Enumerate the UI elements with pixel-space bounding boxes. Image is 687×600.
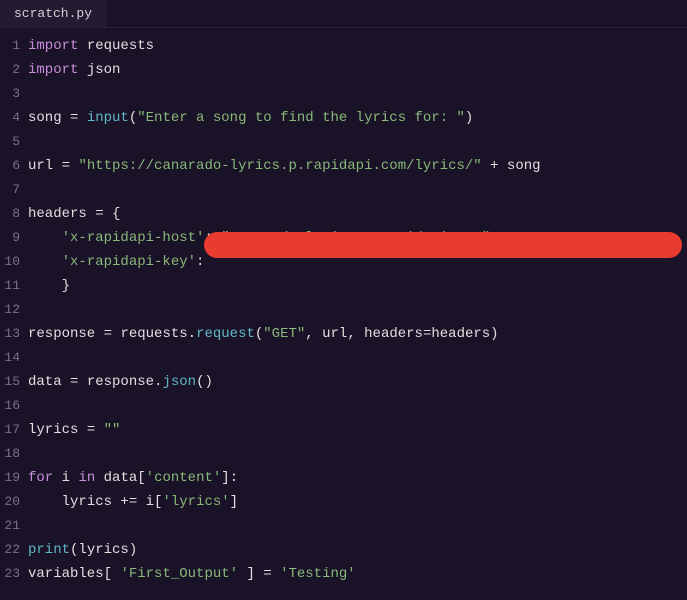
code-line: response = requests.request("GET", url, … (28, 322, 687, 346)
code-line: lyrics = "" (28, 418, 687, 442)
line-number: 18 (0, 442, 20, 466)
line-number: 13 (0, 322, 20, 346)
line-number: 21 (0, 514, 20, 538)
line-number: 8 (0, 202, 20, 226)
code-line: variables[ 'First_Output' ] = 'Testing' (28, 562, 687, 586)
code-line: print(lyrics) (28, 538, 687, 562)
code-line: import requests (28, 34, 687, 58)
line-number: 17 (0, 418, 20, 442)
code-line: } (28, 274, 687, 298)
line-number: 7 (0, 178, 20, 202)
code-line (28, 130, 687, 154)
code-line: for i in data['content']: (28, 466, 687, 490)
code-line: lyrics += i['lyrics'] (28, 490, 687, 514)
code-line (28, 394, 687, 418)
line-number: 3 (0, 82, 20, 106)
code-line: import json (28, 58, 687, 82)
line-number-gutter: 1 2 3 4 5 6 7 8 9 10 11 12 13 14 15 16 1… (0, 34, 28, 586)
code-line: url = "https://canarado-lyrics.p.rapidap… (28, 154, 687, 178)
code-editor[interactable]: 1 2 3 4 5 6 7 8 9 10 11 12 13 14 15 16 1… (0, 28, 687, 586)
code-line (28, 178, 687, 202)
line-number: 16 (0, 394, 20, 418)
line-number: 23 (0, 562, 20, 586)
line-number: 19 (0, 466, 20, 490)
line-number: 2 (0, 58, 20, 82)
code-line: data = response.json() (28, 370, 687, 394)
line-number: 1 (0, 34, 20, 58)
code-line (28, 298, 687, 322)
code-area[interactable]: import requests import json song = input… (28, 34, 687, 586)
line-number: 15 (0, 370, 20, 394)
line-number: 4 (0, 106, 20, 130)
code-line (28, 442, 687, 466)
line-number: 10 (0, 250, 20, 274)
code-line: headers = { (28, 202, 687, 226)
tab-filename: scratch.py (14, 6, 92, 21)
line-number: 6 (0, 154, 20, 178)
code-line (28, 346, 687, 370)
line-number: 11 (0, 274, 20, 298)
line-number: 9 (0, 226, 20, 250)
code-line (28, 514, 687, 538)
line-number: 20 (0, 490, 20, 514)
code-line (28, 82, 687, 106)
tab-bar: scratch.py (0, 0, 687, 28)
line-number: 5 (0, 130, 20, 154)
code-line: song = input("Enter a song to find the l… (28, 106, 687, 130)
line-number: 22 (0, 538, 20, 562)
line-number: 12 (0, 298, 20, 322)
file-tab[interactable]: scratch.py (0, 0, 106, 27)
redaction-mark (204, 232, 682, 258)
line-number: 14 (0, 346, 20, 370)
